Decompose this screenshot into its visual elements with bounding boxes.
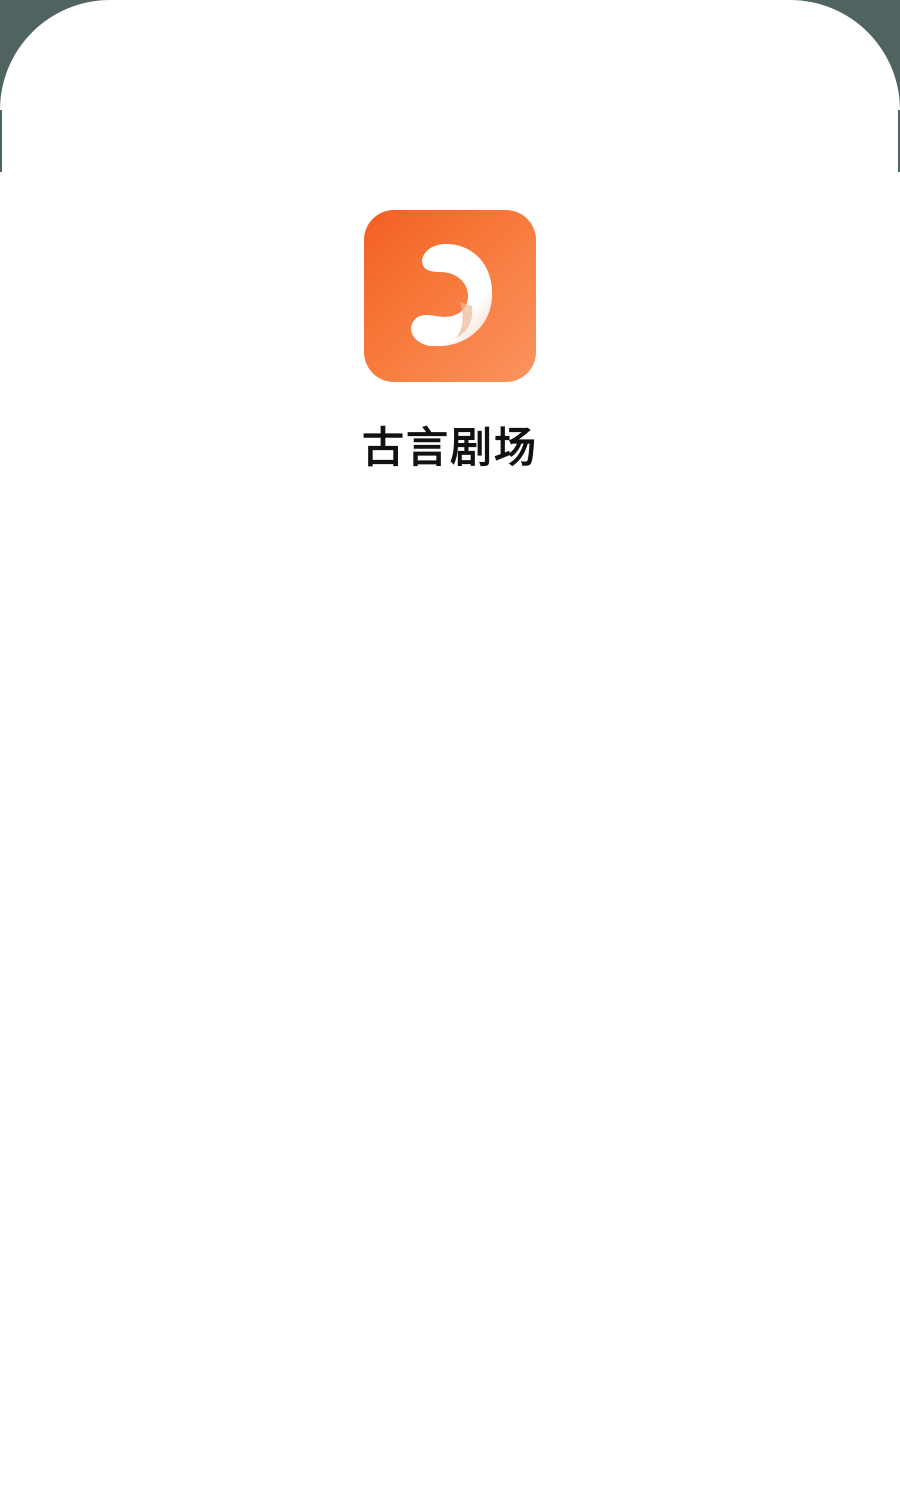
app-logo-icon [364, 210, 536, 382]
app-name-title: 古言剧场 [361, 423, 538, 472]
splash-screen: 古言剧场 [0, 0, 900, 1500]
splash-sheet: 古言剧场 [0, 0, 900, 1500]
splash-content: 古言剧场 [0, 0, 900, 1500]
play-d-logo-icon [411, 244, 493, 347]
sheet-edge-left [0, 110, 2, 172]
